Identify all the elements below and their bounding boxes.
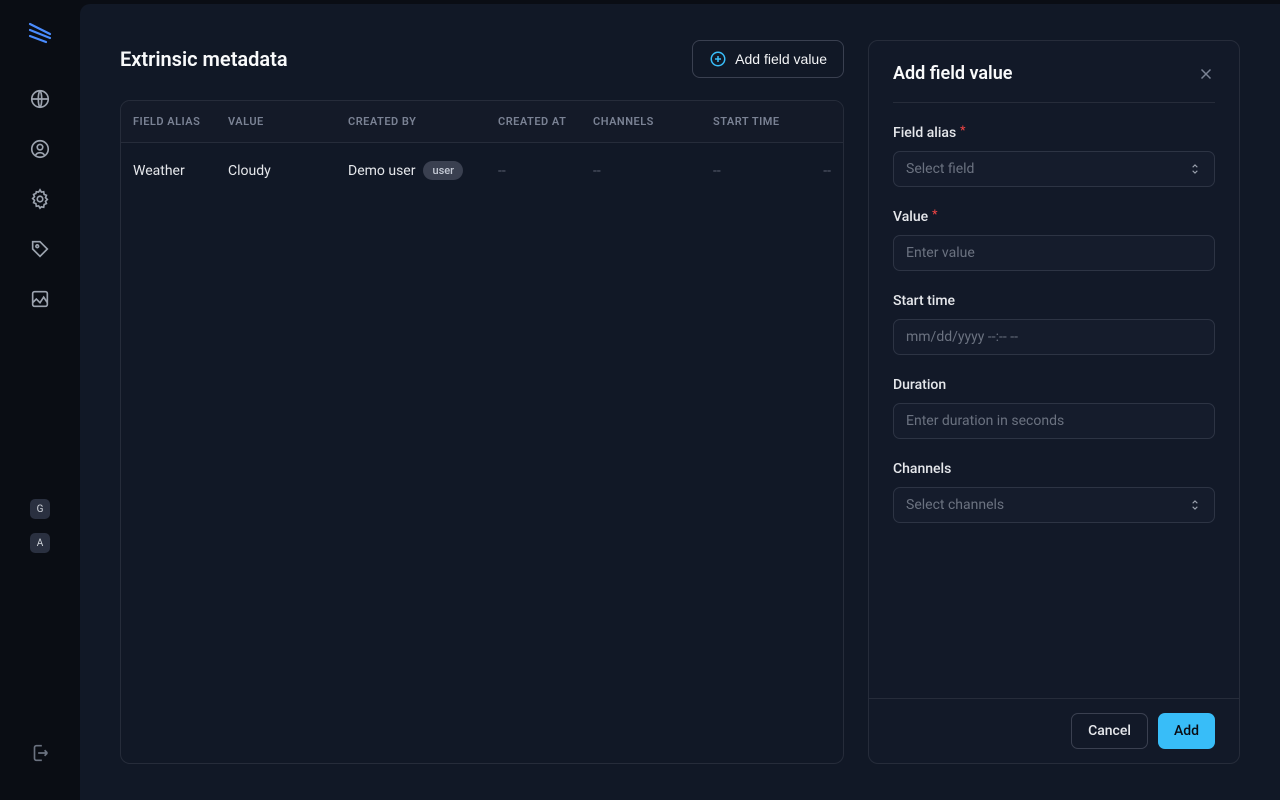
panel-footer: Cancel Add <box>869 698 1239 763</box>
th-field-alias: FIELD ALIAS <box>133 115 228 128</box>
add-field-value-panel: Add field value Field alias Select field… <box>868 40 1240 764</box>
th-created-by: CREATED BY <box>348 115 498 128</box>
cell-start-time: -- <box>713 163 808 179</box>
app-logo[interactable] <box>24 16 56 48</box>
page-title: Extrinsic metadata <box>120 47 288 71</box>
duration-label: Duration <box>893 377 1215 393</box>
search-user-icon[interactable] <box>29 138 51 160</box>
panel-title: Add field value <box>893 63 1012 84</box>
metadata-table: FIELD ALIAS VALUE CREATED BY CREATED AT … <box>120 100 844 764</box>
cell-channels: -- <box>593 163 713 179</box>
field-alias-select[interactable]: Select field <box>893 151 1215 187</box>
role-pill: user <box>423 161 463 180</box>
plus-circle-icon <box>709 50 727 68</box>
gear-icon[interactable] <box>29 188 51 210</box>
page-header: Extrinsic metadata Add field value <box>120 40 844 78</box>
channels-label: Channels <box>893 461 1215 477</box>
value-input[interactable] <box>893 235 1215 271</box>
nav-icons <box>29 88 51 310</box>
sidebar: G A <box>0 0 80 800</box>
value-label: Value <box>893 209 1215 225</box>
table-header: FIELD ALIAS VALUE CREATED BY CREATED AT … <box>121 101 843 143</box>
close-icon <box>1197 65 1215 83</box>
sidebar-badges: G A <box>30 499 50 553</box>
avatar-badge-a[interactable]: A <box>30 533 50 553</box>
add-field-value-button[interactable]: Add field value <box>692 40 844 78</box>
th-start-time: START TIME <box>713 115 808 128</box>
th-created-at: CREATED AT <box>498 115 593 128</box>
globe-icon[interactable] <box>29 88 51 110</box>
logout-icon[interactable] <box>29 742 51 764</box>
start-time-label: Start time <box>893 293 1215 309</box>
cell-field-alias: Weather <box>133 163 228 179</box>
cell-end: -- <box>808 163 831 179</box>
table-row[interactable]: Weather Cloudy Demo user user -- -- -- -… <box>121 143 843 198</box>
image-icon[interactable] <box>29 288 51 310</box>
field-alias-placeholder: Select field <box>906 161 974 177</box>
avatar-badge-g[interactable]: G <box>30 499 50 519</box>
chevron-updown-icon <box>1188 498 1202 512</box>
chevron-updown-icon <box>1188 162 1202 176</box>
duration-input[interactable] <box>893 403 1215 439</box>
th-channels: CHANNELS <box>593 115 713 128</box>
table-body: Weather Cloudy Demo user user -- -- -- -… <box>121 143 843 763</box>
close-panel-button[interactable] <box>1197 65 1215 83</box>
th-value: VALUE <box>228 115 348 128</box>
cell-created-at: -- <box>498 163 593 179</box>
created-by-name: Demo user <box>348 163 415 179</box>
field-alias-label: Field alias <box>893 125 1215 141</box>
add-field-value-label: Add field value <box>735 51 827 67</box>
channels-placeholder: Select channels <box>906 497 1004 513</box>
start-time-input[interactable] <box>893 319 1215 355</box>
main-content: Extrinsic metadata Add field value FIELD… <box>80 4 1280 800</box>
cancel-button[interactable]: Cancel <box>1071 713 1148 749</box>
tag-icon[interactable] <box>29 238 51 260</box>
panel-header: Add field value <box>893 63 1215 103</box>
channels-select[interactable]: Select channels <box>893 487 1215 523</box>
cell-value: Cloudy <box>228 163 348 179</box>
content-left: Extrinsic metadata Add field value FIELD… <box>120 40 844 764</box>
add-button[interactable]: Add <box>1158 713 1215 749</box>
cell-created-by: Demo user user <box>348 161 498 180</box>
